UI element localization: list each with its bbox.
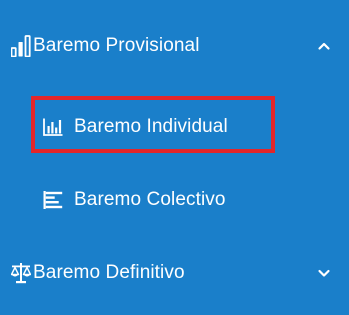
sidebar-menu: Baremo Provisional Baremo Individual Bar… (0, 0, 349, 315)
sidebar-item-baremo-colectivo[interactable]: Baremo Colectivo (0, 178, 349, 222)
sidebar-item-label: Baremo Definitivo (33, 262, 185, 283)
chevron-down-icon[interactable] (317, 266, 331, 280)
chevron-up-icon[interactable] (317, 39, 331, 53)
sidebar-item-baremo-individual[interactable]: Baremo Individual (0, 105, 349, 149)
sidebar-item-baremo-provisional[interactable]: Baremo Provisional (0, 21, 349, 71)
scale-balance-icon (11, 262, 31, 284)
sidebar-item-label: Baremo Colectivo (74, 189, 226, 210)
list-align-left-icon (43, 191, 63, 209)
sidebar-item-label: Baremo Individual (74, 116, 228, 137)
sidebar-item-label: Baremo Provisional (33, 35, 200, 56)
column-chart-icon (43, 118, 63, 136)
bar-chart-icon (11, 35, 31, 57)
sidebar-item-baremo-definitivo[interactable]: Baremo Definitivo (0, 248, 349, 298)
